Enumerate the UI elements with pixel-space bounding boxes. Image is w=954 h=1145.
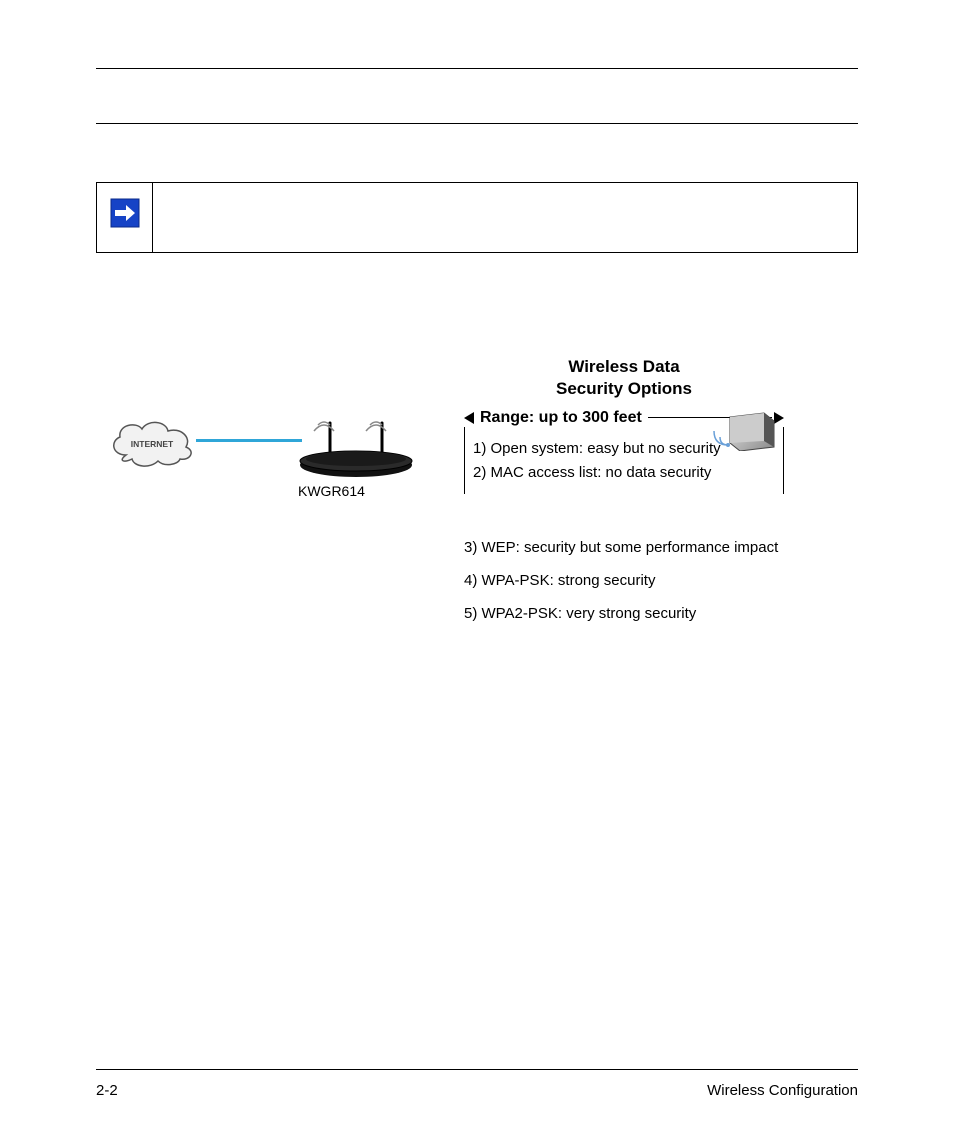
options-list-overflow: 3) WEP: security but some performance im… [464, 523, 884, 638]
wireless-waves-icon [710, 427, 732, 454]
header-rule-2 [96, 123, 858, 124]
internet-cloud-icon: INTERNET [106, 417, 198, 472]
page-number: 2-2 [96, 1082, 118, 1099]
options-title-2: Security Options [464, 379, 784, 399]
note-box [96, 182, 858, 253]
options-title-1: Wireless Data [464, 357, 784, 377]
header-rule-1 [96, 68, 858, 69]
section-title: Wireless Configuration [707, 1082, 858, 1099]
note-text [153, 183, 857, 252]
note-icon-cell [97, 183, 153, 252]
range-label: Range: up to 300 feet [480, 409, 642, 427]
option-4: 4) WPA-PSK: strong security [464, 572, 884, 589]
router-label: KWGR614 [298, 483, 365, 499]
note-arrow-icon [109, 197, 141, 229]
page-footer: 2-2 Wireless Configuration [96, 1069, 858, 1099]
footer-rule [96, 1069, 858, 1070]
router-icon [296, 415, 416, 484]
figure-area: INTERNET KWGR614 Wireless Data Security … [96, 357, 858, 677]
option-5: 5) WPA2-PSK: very strong security [464, 605, 884, 622]
option-2: 2) MAC access list: no data security [473, 464, 775, 481]
option-3: 3) WEP: security but some performance im… [464, 539, 884, 556]
connection-line [196, 439, 302, 442]
arrow-left-icon [464, 412, 474, 424]
internet-label: INTERNET [131, 439, 174, 449]
